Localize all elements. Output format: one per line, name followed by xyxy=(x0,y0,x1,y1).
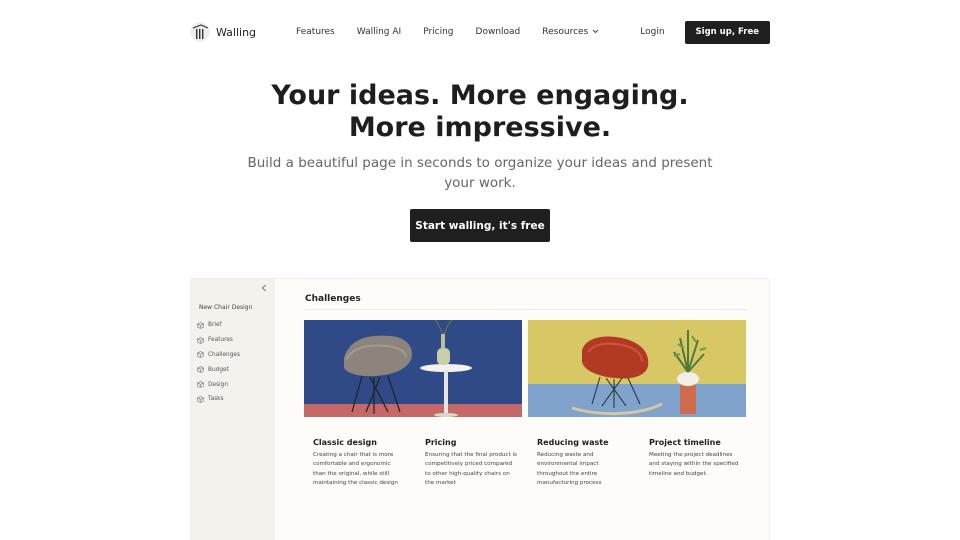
nav-links: Features Walling AI Pricing Download Res… xyxy=(296,27,621,37)
sidebar-item-label: Tasks xyxy=(208,396,224,403)
chevron-down-icon xyxy=(592,28,599,36)
card-title: Project timeline xyxy=(649,438,721,447)
card-body: Ensuring that the final product is compe… xyxy=(425,452,517,486)
sidebar-list: Brief Features Challenges Budget Design … xyxy=(197,318,240,407)
card-body: Meeting the project deadlines and stayin… xyxy=(649,452,739,477)
card-title: Pricing xyxy=(425,438,457,447)
sidebar-item-budget[interactable]: Budget xyxy=(197,362,240,377)
top-nav: Walling Features Walling AI Pricing Down… xyxy=(190,18,770,46)
sidebar-item-tasks[interactable]: Tasks xyxy=(197,392,240,407)
card-title: Classic design xyxy=(313,438,377,447)
nav-download[interactable]: Download xyxy=(476,27,521,37)
hero-title-line-2: More impressive. xyxy=(348,112,612,143)
sidebar-item-label: Features xyxy=(208,337,233,344)
sidebar-item-label: Budget xyxy=(208,366,229,373)
walling-logo-icon xyxy=(190,22,210,42)
signup-button[interactable]: Sign up, Free xyxy=(684,20,770,44)
section-title: Challenges xyxy=(305,294,361,304)
sidebar-title: New Chair Design xyxy=(199,304,253,311)
sidebar-item-label: Design xyxy=(208,381,229,388)
hero-title: Your ideas. More engaging. More impressi… xyxy=(0,80,960,144)
card-body: Creating a chair that is more comfortabl… xyxy=(313,452,398,486)
divider xyxy=(305,309,747,310)
login-link[interactable]: Login xyxy=(640,27,664,37)
card-pricing: Pricing Ensuring that the final product … xyxy=(425,438,517,488)
hero-subtitle: Build a beautiful page in seconds to org… xyxy=(247,155,713,191)
logo[interactable]: Walling xyxy=(190,22,256,42)
sidebar-item-brief[interactable]: Brief xyxy=(197,318,240,333)
gray-chair-image xyxy=(304,320,522,417)
app-sidebar: New Chair Design Brief Features Challeng… xyxy=(191,279,275,540)
cube-icon xyxy=(197,321,204,329)
card-title: Reducing waste xyxy=(537,438,609,447)
nav-features[interactable]: Features xyxy=(296,27,335,37)
sidebar-item-label: Challenges xyxy=(208,351,241,358)
chevron-left-icon[interactable] xyxy=(261,284,267,295)
sidebar-item-design[interactable]: Design xyxy=(197,377,240,392)
nav-auth: Login Sign up, Free xyxy=(640,20,770,44)
red-rocking-chair-image xyxy=(528,320,746,417)
card-classic-design: Classic design Creating a chair that is … xyxy=(313,438,405,488)
sidebar-item-challenges[interactable]: Challenges xyxy=(197,348,240,363)
nav-walling-ai[interactable]: Walling AI xyxy=(357,27,401,37)
card-reducing-waste: Reducing waste Reducing waste and enviro… xyxy=(537,438,629,488)
hero-title-line-1: Your ideas. More engaging. xyxy=(271,80,689,111)
brand-name: Walling xyxy=(216,25,257,39)
sidebar-item-label: Brief xyxy=(208,322,222,329)
nav-resources-label: Resources xyxy=(542,27,589,37)
card-project-timeline: Project timeline Meeting the project dea… xyxy=(649,438,741,479)
start-walling-button[interactable]: Start walling, it's free xyxy=(410,209,550,242)
cube-icon xyxy=(197,381,204,388)
cube-icon xyxy=(197,395,204,403)
nav-pricing[interactable]: Pricing xyxy=(423,27,453,37)
cube-icon xyxy=(197,336,204,344)
cube-icon xyxy=(197,366,204,374)
card-body: Reducing waste and environmental impact … xyxy=(537,452,602,486)
sidebar-item-features[interactable]: Features xyxy=(197,333,240,348)
app-preview: New Chair Design Brief Features Challeng… xyxy=(190,278,770,540)
cube-icon xyxy=(197,351,204,359)
nav-resources[interactable]: Resources xyxy=(542,27,599,37)
